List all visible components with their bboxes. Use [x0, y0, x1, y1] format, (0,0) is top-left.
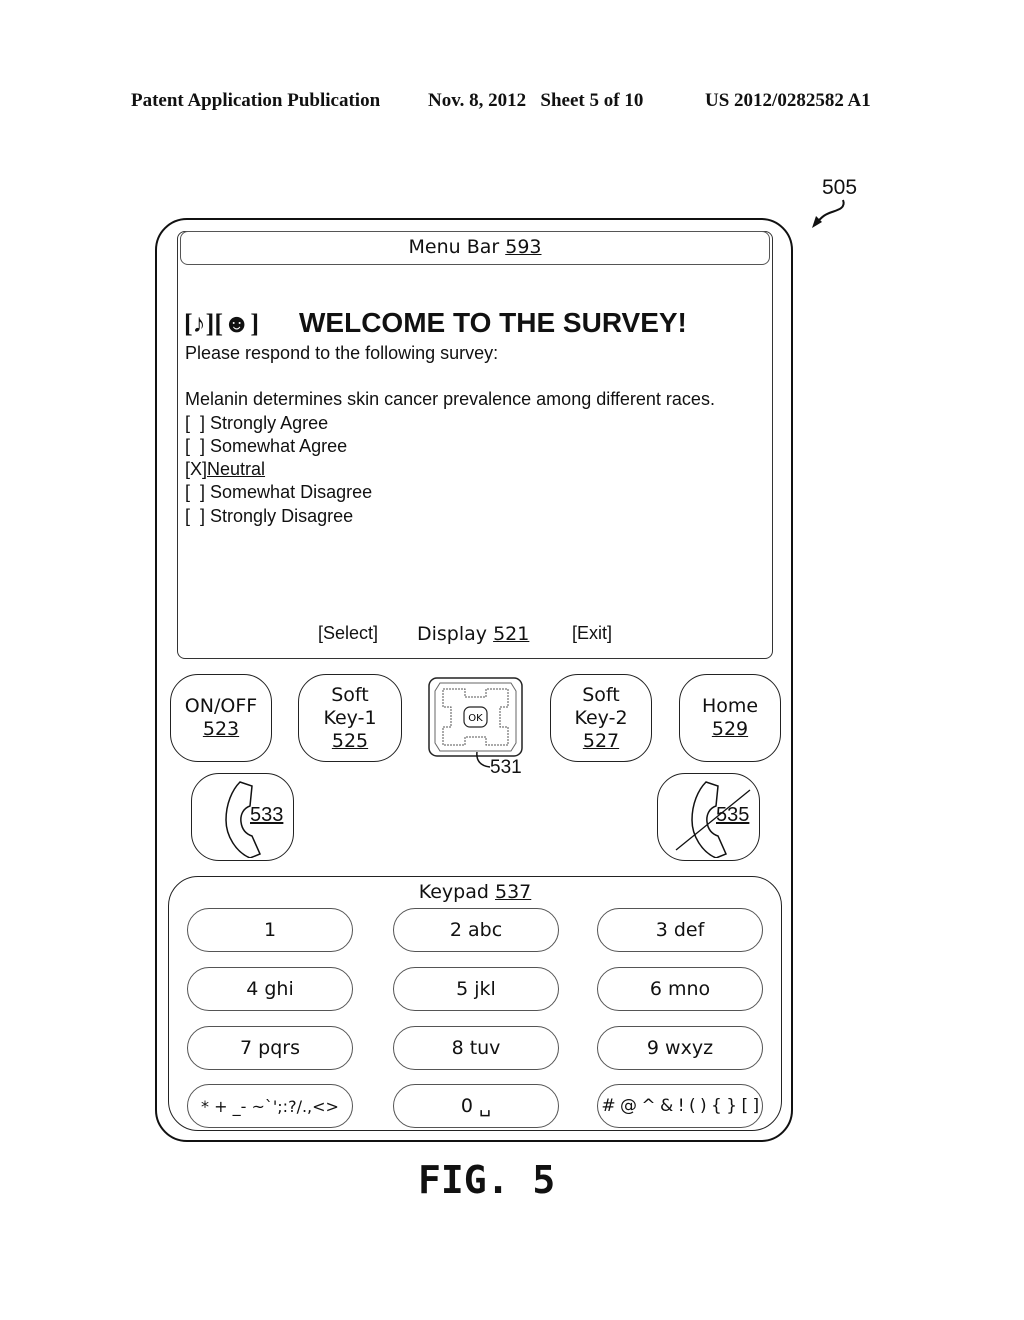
on-off-ref: 523	[202, 718, 240, 740]
reference-arrow-icon	[812, 199, 845, 228]
option-label: Strongly Agree	[210, 413, 329, 433]
soft-key-2-ref: 527	[582, 729, 620, 752]
keypad-key-symbols-2[interactable]: # @ ^ & ! ( ) { } [ ]	[597, 1084, 763, 1128]
survey-option-strongly-disagree[interactable]: [ ] Strongly Disagree	[185, 506, 353, 527]
keypad-key-6[interactable]: 6 mno	[597, 967, 763, 1011]
option-checkbox[interactable]: [X]	[185, 459, 207, 479]
navigation-pad[interactable]: OK	[428, 677, 523, 757]
call-button-ref: 533	[250, 804, 284, 826]
menu-bar-label: Menu Bar	[408, 236, 500, 258]
soft-key-1-button[interactable]: Soft Key-1 525	[298, 674, 402, 762]
keypad-key-2[interactable]: 2 abc	[393, 908, 559, 952]
option-checkbox[interactable]: [ ]	[185, 482, 205, 502]
survey-question: Melanin determines skin cancer prevalenc…	[185, 389, 715, 409]
display-ref: 521	[493, 623, 530, 645]
home-ref: 529	[711, 718, 749, 740]
keypad-key-3[interactable]: 3 def	[597, 908, 763, 952]
on-off-button[interactable]: ON/OFF 523	[170, 674, 272, 762]
publication-type: Patent Application Publication	[131, 90, 381, 111]
end-call-button[interactable]: 535	[657, 773, 760, 861]
option-label: Somewhat Disagree	[210, 482, 373, 502]
survey-subtitle: Please respond to the following survey:	[185, 343, 499, 363]
softkey-select-label[interactable]: [Select]	[318, 623, 378, 644]
keypad-key-0-space[interactable]: 0 ␣	[393, 1084, 559, 1128]
option-checkbox[interactable]: [ ]	[185, 506, 205, 526]
keypad-ref: 537	[495, 881, 532, 903]
keypad-key-5[interactable]: 5 jkl	[393, 967, 559, 1011]
survey-title: WELCOME TO THE SURVEY!	[299, 307, 687, 338]
soft-key-1-ref: 525	[331, 729, 369, 752]
softkey-exit-label[interactable]: [Exit]	[572, 623, 612, 644]
keypad-label: Keypad 537	[168, 881, 782, 903]
music-note-icon: [♪]	[184, 309, 215, 338]
option-checkbox[interactable]: [ ]	[185, 436, 205, 456]
menu-bar-ref: 593	[505, 236, 542, 258]
call-button[interactable]: 533	[191, 773, 294, 861]
keypad-key-9[interactable]: 9 wxyz	[597, 1026, 763, 1070]
navigation-pad-ref: 531	[490, 757, 522, 778]
soft-key-2-line1: Soft	[582, 683, 620, 706]
publication-number: US 2012/0282582 A1	[705, 90, 871, 111]
soft-key-1-line1: Soft	[331, 683, 369, 706]
end-call-button-ref: 535	[716, 804, 750, 826]
smiley-icon: [☻]	[214, 309, 260, 338]
keypad-label-text: Keypad	[418, 881, 489, 903]
keypad-key-8[interactable]: 8 tuv	[393, 1026, 559, 1070]
display-label-text: Display	[417, 623, 488, 645]
survey-option-neutral[interactable]: [X]Neutral	[185, 459, 265, 480]
soft-key-1-line2: Key-1	[323, 706, 377, 729]
on-off-label: ON/OFF	[184, 695, 258, 717]
option-label: Neutral	[207, 459, 266, 479]
survey-option-strongly-agree[interactable]: [ ] Strongly Agree	[185, 413, 328, 434]
option-label: Strongly Disagree	[210, 506, 354, 526]
soft-key-2-line2: Key-2	[574, 706, 628, 729]
keypad-key-symbols-1[interactable]: * + _- ~`';:?/.,<>	[187, 1084, 353, 1128]
figure-label: FIG. 5	[418, 1158, 556, 1202]
keypad-key-4[interactable]: 4 ghi	[187, 967, 353, 1011]
soft-key-2-button[interactable]: Soft Key-2 527	[550, 674, 652, 762]
option-label: Somewhat Agree	[210, 436, 348, 456]
ok-label: OK	[468, 713, 483, 724]
option-checkbox[interactable]: [ ]	[185, 413, 205, 433]
keypad-key-1[interactable]: 1	[187, 908, 353, 952]
home-button[interactable]: Home 529	[679, 674, 781, 762]
menu-bar[interactable]: Menu Bar 593	[180, 231, 770, 265]
publication-date-sheet: Nov. 8, 2012 Sheet 5 of 10	[428, 90, 644, 111]
survey-option-somewhat-disagree[interactable]: [ ] Somewhat Disagree	[185, 482, 372, 503]
display-label: Display 521	[417, 623, 529, 645]
home-label: Home	[701, 695, 759, 717]
keypad-key-7[interactable]: 7 pqrs	[187, 1026, 353, 1070]
status-icons: [♪][☻]	[184, 309, 259, 339]
survey-option-somewhat-agree[interactable]: [ ] Somewhat Agree	[185, 436, 347, 457]
